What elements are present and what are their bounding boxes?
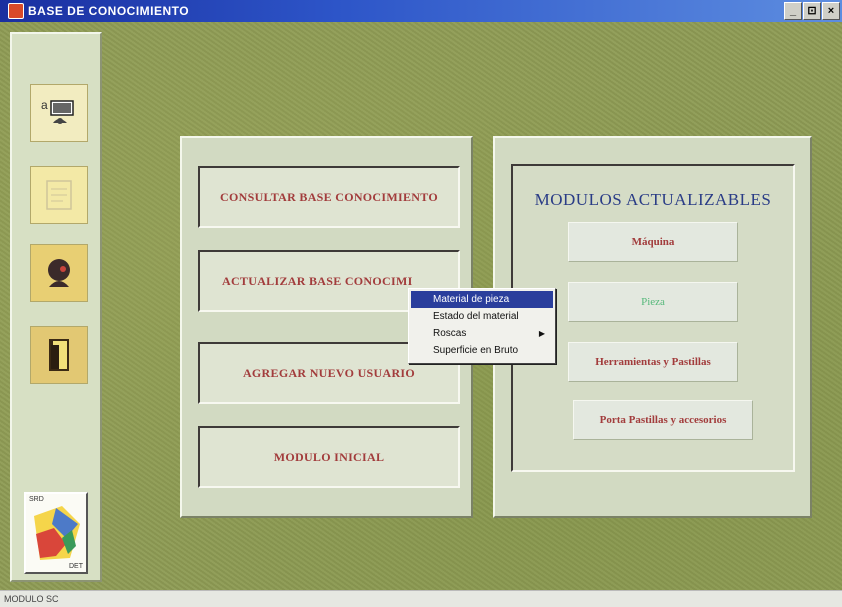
window-title: BASE DE CONOCIMIENTO bbox=[28, 4, 190, 18]
modules-title: MODULOS ACTUALIZABLES bbox=[534, 190, 772, 209]
menu-item-material-state[interactable]: Estado del material bbox=[411, 308, 553, 325]
query-person-button[interactable]: a bbox=[30, 84, 88, 142]
module-tools-button[interactable]: Herramientas y Pastillas bbox=[568, 342, 738, 382]
menu-item-label: Superficie en Bruto bbox=[433, 345, 519, 356]
status-bar: MODULO SC bbox=[0, 590, 842, 607]
main-area: a SRD DET CONSULTAR BASE CONOCIMIENTO AC… bbox=[0, 22, 842, 590]
submenu-arrow-icon: ▶ bbox=[538, 329, 545, 338]
menu-item-threads[interactable]: Roscas ▶ bbox=[411, 325, 553, 342]
module-holders-button[interactable]: Porta Pastillas y accesorios bbox=[573, 400, 753, 440]
menu-item-label: Material de pieza bbox=[433, 294, 510, 305]
query-person-icon: a bbox=[41, 98, 74, 124]
initial-module-button[interactable]: MODULO INICIAL bbox=[198, 426, 460, 488]
logo-bottom-text: DET bbox=[69, 563, 83, 570]
menu-item-label: Estado del material bbox=[433, 311, 519, 322]
status-text: MODULO SC bbox=[4, 594, 59, 604]
app-icon[interactable] bbox=[8, 3, 24, 19]
title-bar: BASE DE CONOCIMIENTO _ ⊡ × bbox=[0, 0, 842, 22]
menu-item-raw-surface[interactable]: Superficie en Bruto bbox=[411, 342, 553, 359]
minimize-button[interactable]: _ bbox=[784, 2, 802, 20]
user-head-button[interactable] bbox=[30, 244, 88, 302]
window-controls: _ ⊡ × bbox=[784, 2, 840, 20]
consult-knowledge-button[interactable]: CONSULTAR BASE CONOCIMIENTO bbox=[198, 166, 460, 228]
module-machine-button[interactable]: Máquina bbox=[568, 222, 738, 262]
svg-text:a: a bbox=[41, 98, 48, 112]
close-button[interactable]: × bbox=[822, 2, 840, 20]
module-part-button[interactable]: Pieza bbox=[568, 282, 738, 322]
context-menu: Material de pieza Estado del material Ro… bbox=[408, 288, 556, 364]
user-head-icon bbox=[48, 259, 70, 287]
exit-button[interactable] bbox=[30, 326, 88, 384]
sidebar: a SRD DET bbox=[10, 32, 102, 582]
restore-button[interactable]: ⊡ bbox=[803, 2, 821, 20]
document-icon bbox=[46, 180, 72, 210]
logo: SRD DET bbox=[24, 492, 88, 574]
menu-item-label: Roscas bbox=[433, 328, 467, 339]
logo-graphic bbox=[34, 506, 80, 560]
document-button[interactable] bbox=[30, 166, 88, 224]
menu-item-part-material[interactable]: Material de pieza bbox=[411, 291, 553, 308]
exit-door-icon bbox=[49, 339, 69, 371]
